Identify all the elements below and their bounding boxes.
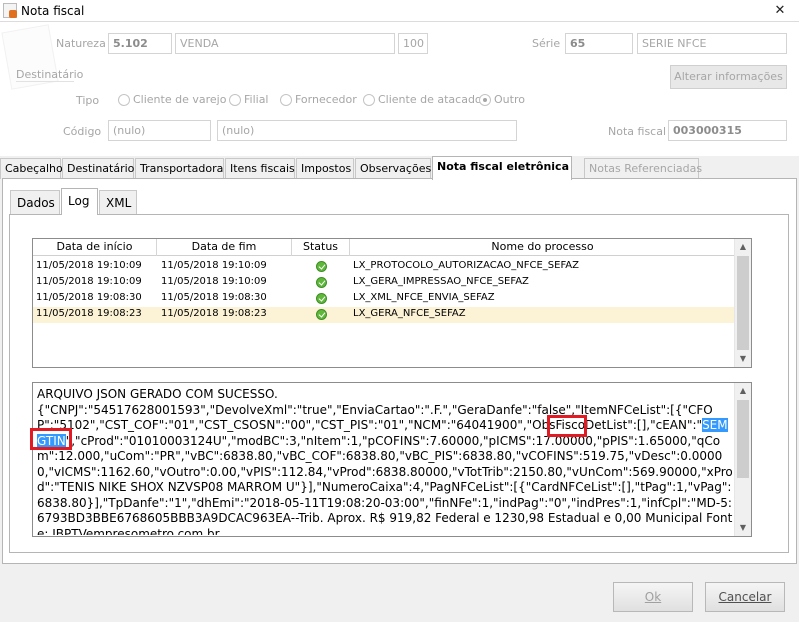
- log-text-area[interactable]: ARQUIVO JSON GERADO COM SUCESSO. {"CNPJ"…: [32, 382, 752, 537]
- log-text: ARQUIVO JSON GERADO COM SUCESSO. {"CNPJ"…: [37, 387, 733, 535]
- serie-code-field[interactable]: 65: [565, 33, 633, 54]
- cancel-button[interactable]: Cancelar: [705, 582, 785, 612]
- col-nome-processo[interactable]: Nome do processo: [350, 239, 735, 256]
- radio-cliente-varejo[interactable]: Cliente de varejo: [118, 93, 226, 106]
- tab-notas-referenciadas[interactable]: Notas Referenciadas: [584, 158, 702, 179]
- scroll-thumb[interactable]: [737, 400, 749, 478]
- subtab-xml[interactable]: XML: [99, 190, 137, 214]
- scroll-down-icon[interactable]: ▼: [735, 520, 751, 536]
- highlight-sem: SEM: [702, 418, 728, 432]
- tab-transportadora[interactable]: Transportadora: [135, 158, 224, 179]
- col-status[interactable]: Status: [292, 239, 350, 256]
- natureza-num-field[interactable]: 100: [398, 33, 428, 54]
- subtab-log[interactable]: Log: [61, 188, 98, 215]
- window-title: Nota fiscal: [21, 4, 85, 18]
- main-tab-bar: Cabeçalho Destinatário Transportadora It…: [0, 156, 799, 180]
- natureza-desc-field[interactable]: VENDA: [175, 33, 395, 54]
- table-scrollbar[interactable]: ▲ ▼: [734, 239, 751, 367]
- tab-nota-fiscal-eletronica[interactable]: Nota fiscal eletrônica: [432, 156, 572, 180]
- serie-desc-field[interactable]: SERIE NFCE: [637, 33, 787, 54]
- radio-cliente-atacado[interactable]: Cliente de atacado: [363, 93, 482, 106]
- annotation-box-sem: [547, 415, 587, 437]
- nota-fiscal-field[interactable]: 003000315: [668, 120, 787, 141]
- nota-fiscal-label: Nota fiscal: [608, 125, 667, 138]
- natureza-label: Natureza: [56, 37, 106, 50]
- status-ok-icon: [316, 277, 327, 288]
- table-header: Data de início Data de fim Status Nome d…: [33, 239, 735, 256]
- codigo-field[interactable]: (nulo): [108, 120, 211, 141]
- table-row[interactable]: 11/05/2018 19:08:30 11/05/2018 19:08:30 …: [33, 291, 735, 307]
- close-icon[interactable]: ✕: [769, 2, 791, 20]
- status-ok-icon: [316, 309, 327, 320]
- status-ok-icon: [316, 261, 327, 272]
- tipo-label: Tipo: [76, 94, 100, 107]
- destinatario-label: Destinatário: [16, 68, 84, 81]
- ok-button[interactable]: Ok: [613, 582, 693, 612]
- scroll-down-icon[interactable]: ▼: [735, 351, 751, 367]
- tab-cabecalho[interactable]: Cabeçalho: [0, 158, 63, 179]
- radio-fornecedor[interactable]: Fornecedor: [280, 93, 357, 106]
- scroll-thumb[interactable]: [737, 256, 749, 350]
- tab-destinatario[interactable]: Destinatário: [62, 158, 134, 179]
- alterar-informacoes-button[interactable]: Alterar informações: [670, 65, 787, 89]
- log-scrollbar[interactable]: ▲ ▼: [734, 383, 751, 536]
- annotation-box-gtin: [30, 428, 72, 450]
- destinatario-divider: [16, 81, 74, 82]
- table-row[interactable]: 11/05/2018 19:10:09 11/05/2018 19:10:09 …: [33, 275, 735, 291]
- scroll-up-icon[interactable]: ▲: [735, 239, 751, 255]
- tab-impostos[interactable]: Impostos: [296, 158, 354, 179]
- subtab-dados[interactable]: Dados: [10, 190, 60, 214]
- serie-label: Série: [532, 37, 561, 50]
- process-log-table: Data de início Data de fim Status Nome d…: [32, 238, 752, 368]
- app-icon: [3, 3, 17, 18]
- codigo-label: Código: [63, 125, 102, 138]
- scroll-up-icon[interactable]: ▲: [735, 383, 751, 399]
- col-data-inicio[interactable]: Data de início: [33, 239, 157, 256]
- codigo-desc-field[interactable]: (nulo): [217, 120, 517, 141]
- tab-observacoes[interactable]: Observações: [355, 158, 431, 179]
- radio-outro[interactable]: Outro: [479, 93, 525, 106]
- tab-itens-fiscais[interactable]: Itens fiscais: [225, 158, 295, 179]
- title-bar: Nota fiscal ✕: [0, 0, 799, 22]
- table-row[interactable]: 11/05/2018 19:10:09 11/05/2018 19:10:09 …: [33, 259, 735, 275]
- table-row[interactable]: 11/05/2018 19:08:23 11/05/2018 19:08:23 …: [33, 307, 735, 323]
- radio-filial[interactable]: Filial: [229, 93, 269, 106]
- status-ok-icon: [316, 293, 327, 304]
- natureza-code-field[interactable]: 5.102: [108, 33, 172, 54]
- col-data-fim[interactable]: Data de fim: [157, 239, 292, 256]
